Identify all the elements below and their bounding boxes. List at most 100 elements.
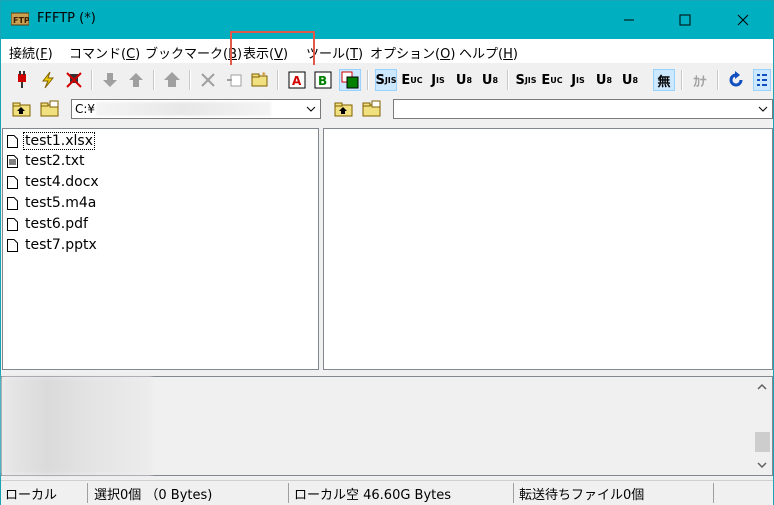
quick-connect-button[interactable] <box>37 69 59 91</box>
status-selection: 選択0個 （0 Bytes) <box>94 488 213 503</box>
auto-mode-button[interactable] <box>339 69 361 91</box>
no-convert-label: 無 <box>657 74 671 90</box>
kana-convert-button[interactable]: ｶﾅ <box>689 69 711 91</box>
mirror-upload-button[interactable] <box>161 69 183 91</box>
local-euc-button[interactable]: E UC <box>541 69 563 91</box>
remote-path-combo[interactable] <box>393 99 773 119</box>
binary-mode-icon: B <box>314 71 332 89</box>
utf8-label: U <box>455 72 467 88</box>
mkdir-button[interactable]: * <box>249 69 271 91</box>
chevron-down-icon <box>306 106 316 112</box>
remote-file-list[interactable] <box>323 128 773 370</box>
list-item[interactable]: test1.xlsx <box>7 131 95 151</box>
binary-mode-button[interactable]: B <box>312 69 334 91</box>
file-name: test4.docx <box>25 174 99 190</box>
sjis-label: S <box>375 72 385 88</box>
list-item[interactable]: test7.pptx <box>7 235 98 255</box>
local-utf8bom-button[interactable]: U8 <box>619 69 641 91</box>
delete-x-icon <box>201 73 215 87</box>
local-file-list[interactable]: test1.xlsx test2.txt test4.docx test5.m4… <box>2 128 319 370</box>
list-item[interactable]: test4.docx <box>7 172 100 192</box>
euc-label: E <box>401 72 411 88</box>
file-name: test7.pptx <box>25 237 97 253</box>
host-utf8-button[interactable]: U8 <box>453 69 475 91</box>
toolbar-separator <box>91 70 93 90</box>
menu-help[interactable]: ヘルプ(H) <box>459 43 518 62</box>
close-icon <box>737 14 749 26</box>
status-divider <box>87 483 88 503</box>
list-item[interactable]: test5.m4a <box>7 193 97 213</box>
status-bar: ローカル 選択0個 （0 Bytes) ローカル空 46.60G Bytes 転… <box>1 480 773 505</box>
remote-up-folder-button[interactable] <box>333 98 355 120</box>
list-view-button[interactable] <box>753 69 771 91</box>
scroll-down-icon[interactable] <box>757 461 767 469</box>
menu-options[interactable]: オプション(O) <box>370 43 455 62</box>
status-divider <box>713 483 714 503</box>
toolbar-separator <box>367 70 369 90</box>
status-free-space: ローカル空 46.60G Bytes <box>294 488 452 503</box>
local-up-folder-button[interactable] <box>11 98 33 120</box>
close-button[interactable] <box>719 1 767 39</box>
arrow-up-icon <box>129 73 143 87</box>
window-title: FFFTP (*) <box>37 11 96 26</box>
menu-connect[interactable]: 接続(F) <box>9 43 53 62</box>
host-utf8bom-button[interactable]: U8 <box>479 69 501 91</box>
file-icon <box>7 217 18 231</box>
file-name: test5.m4a <box>25 195 97 211</box>
connect-button[interactable] <box>11 69 33 91</box>
toolbar-separator <box>681 70 683 90</box>
menu-bookmark[interactable]: ブックマーク(B) <box>145 43 242 62</box>
maximize-button[interactable] <box>661 1 709 39</box>
list-item[interactable]: test6.pdf <box>7 214 89 234</box>
status-queue: 転送待ちファイル0個 <box>519 488 645 503</box>
host-sjis-button[interactable]: S JIS <box>375 69 397 91</box>
local-sjis-button[interactable]: S JIS <box>515 69 537 91</box>
utf8bom-label: U <box>621 72 633 88</box>
scroll-thumb[interactable] <box>755 432 770 452</box>
download-button[interactable] <box>99 69 121 91</box>
menu-bar: 接続(F) コマンド(C) ブックマーク(B) 表示(V) ツール(T) オプシ… <box>1 39 773 63</box>
minimize-button[interactable] <box>605 1 653 39</box>
folder-up-icon <box>12 102 31 117</box>
host-jis-button[interactable]: J IS <box>427 69 449 91</box>
euc-label: E <box>541 72 551 88</box>
upload-button[interactable] <box>125 69 147 91</box>
chevron-down-icon <box>758 106 768 112</box>
local-utf8-button[interactable]: U8 <box>593 69 615 91</box>
sjis-label: S <box>515 72 525 88</box>
local-path-combo[interactable]: C:¥ <box>71 99 321 119</box>
local-jis-button[interactable]: J IS <box>567 69 589 91</box>
scroll-up-icon[interactable] <box>757 383 767 391</box>
host-euc-button[interactable]: E UC <box>401 69 423 91</box>
kana-label: ｶﾅ <box>693 74 707 90</box>
list-view-icon <box>757 74 767 86</box>
lightning-icon <box>41 71 55 89</box>
remote-open-folder-button[interactable] <box>361 98 383 120</box>
menu-command[interactable]: コマンド(C) <box>69 43 140 62</box>
toolbar-separator <box>717 70 719 90</box>
no-convert-button[interactable]: 無 <box>653 69 675 91</box>
text-file-icon <box>7 154 18 168</box>
house-up-icon <box>164 72 180 87</box>
log-area[interactable] <box>1 376 773 476</box>
disconnect-button[interactable] <box>63 69 85 91</box>
list-item[interactable]: test2.txt <box>7 151 86 171</box>
local-path-value: C:¥ <box>75 102 96 116</box>
ascii-mode-button[interactable]: A <box>286 69 308 91</box>
app-window: FTP FFFTP (*) 接続(F) コマンド(C) ブックマーク(B) 表示… <box>0 0 774 505</box>
file-name: test2.txt <box>25 153 85 169</box>
log-scrollbar[interactable] <box>753 377 772 475</box>
toolbar: * A B S JIS E UC J IS U8 U8 S JIS E UC J IS U8… <box>1 65 773 95</box>
folder-open-icon <box>40 100 59 117</box>
refresh-button[interactable] <box>725 69 747 91</box>
redacted-path <box>96 102 271 116</box>
delete-button[interactable] <box>197 69 219 91</box>
file-icon <box>7 196 18 210</box>
local-open-folder-button[interactable] <box>39 98 61 120</box>
toolbar-separator <box>153 70 155 90</box>
ascii-mode-icon: A <box>288 71 306 89</box>
svg-text:*: * <box>262 71 266 79</box>
folder-up-icon <box>334 102 353 117</box>
arrow-down-icon <box>103 73 117 87</box>
rename-button[interactable] <box>223 69 245 91</box>
